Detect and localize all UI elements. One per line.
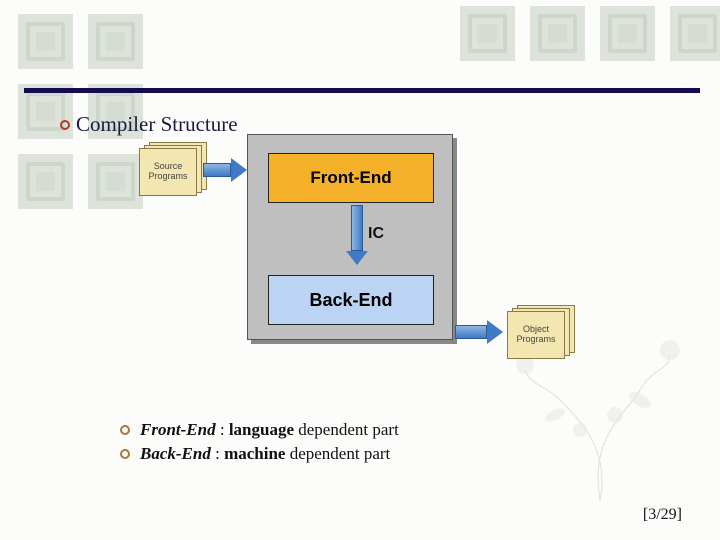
bg-ornament	[670, 6, 720, 61]
back-end-box: Back-End	[268, 275, 434, 325]
source-programs-stack: Source Programs	[135, 142, 213, 194]
bg-ornament	[18, 154, 73, 209]
bg-ornament	[600, 6, 655, 61]
def-keyword: machine	[224, 444, 285, 463]
bullet-icon	[60, 120, 70, 130]
definition-row: Back-End : machine dependent part	[120, 444, 399, 464]
bullet-icon	[120, 425, 130, 435]
source-label: Source Programs	[140, 162, 196, 182]
definition-row: Front-End : language dependent part	[120, 420, 399, 440]
def-rest: dependent part	[285, 444, 390, 463]
bg-ornament	[18, 14, 73, 69]
bg-ornament	[460, 6, 515, 61]
compiler-diagram: Source Programs Front-End IC Back-End Ob…	[135, 130, 565, 390]
object-label: Object Programs	[508, 325, 564, 345]
page-number: [3/29]	[643, 506, 682, 524]
ic-label: IC	[368, 225, 384, 243]
arrow-backend-to-object	[455, 320, 503, 344]
divider-line	[24, 88, 700, 93]
arrow-frontend-to-backend	[346, 205, 368, 265]
compiler-panel: Front-End IC Back-End	[247, 134, 457, 344]
object-programs-stack: Object Programs	[503, 305, 581, 357]
definitions-list: Front-End : language dependent part Back…	[120, 420, 399, 468]
bullet-icon	[120, 449, 130, 459]
def-term: Front-End	[140, 420, 216, 439]
def-rest: dependent part	[294, 420, 399, 439]
front-end-box: Front-End	[268, 153, 434, 203]
arrow-source-to-frontend	[203, 158, 247, 182]
def-keyword: language	[229, 420, 294, 439]
bg-ornament	[530, 6, 585, 61]
bg-ornament	[88, 14, 143, 69]
def-term: Back-End	[140, 444, 211, 463]
